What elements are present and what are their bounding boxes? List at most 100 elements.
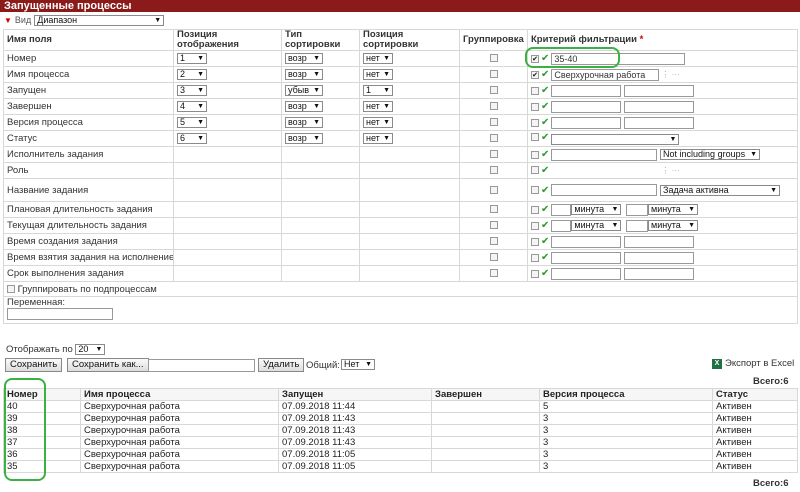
- to-input[interactable]: [624, 267, 695, 280]
- filter-input[interactable]: 35-40: [551, 52, 686, 65]
- duration-to-input[interactable]: [626, 203, 649, 216]
- unit-select[interactable]: минута ▼: [571, 220, 622, 232]
- grouping-checkbox[interactable]: [489, 237, 498, 246]
- filter-input[interactable]: [551, 148, 658, 161]
- grouping-checkbox[interactable]: [489, 253, 498, 262]
- group-by-subprocess-row[interactable]: Группировать по подпроцессам: [3, 281, 798, 297]
- results-col-header[interactable]: Версия процесса: [539, 388, 713, 401]
- grouping-checkbox[interactable]: [489, 102, 498, 111]
- grouping-checkbox[interactable]: [489, 185, 498, 194]
- table-row[interactable]: 36 Сверхурочная работа 07.09.2018 11:05 3 Ак…: [3, 448, 798, 461]
- select[interactable]: нет ▼: [363, 53, 393, 64]
- select[interactable]: возр ▼: [285, 53, 323, 64]
- table-row[interactable]: 35 Сверхурочная работа 07.09.2018 11:05 3 Ак…: [3, 460, 798, 473]
- from-input[interactable]: [551, 235, 622, 248]
- to-input[interactable]: [624, 84, 695, 97]
- select[interactable]: нет ▼: [363, 69, 393, 80]
- filter-checkbox[interactable]: [531, 186, 539, 194]
- results-col-header[interactable]: Завершен: [431, 388, 540, 401]
- filter-checkbox[interactable]: [531, 150, 539, 159]
- duration-to-input[interactable]: [626, 219, 649, 232]
- filter-checkbox[interactable]: [531, 86, 539, 95]
- grouping-checkbox[interactable]: [489, 70, 498, 79]
- filter-select[interactable]: Not including groups ▼: [660, 149, 761, 161]
- export-excel-link[interactable]: X Экспорт в Excel: [712, 358, 794, 369]
- select[interactable]: возр ▼: [285, 117, 323, 128]
- grouping-checkbox[interactable]: [489, 166, 498, 175]
- grouping-checkbox[interactable]: [489, 150, 498, 159]
- shared-select[interactable]: Нет ▼: [341, 359, 375, 370]
- filter-checkbox[interactable]: [531, 118, 539, 127]
- from-input[interactable]: [551, 100, 622, 113]
- select[interactable]: нет ▼: [363, 117, 393, 128]
- unit-select[interactable]: минута ▼: [571, 204, 622, 216]
- filter-checkbox[interactable]: [531, 237, 539, 246]
- from-input[interactable]: [551, 116, 622, 129]
- results-col-header[interactable]: Имя процесса: [80, 388, 279, 401]
- select[interactable]: возр ▼: [285, 133, 323, 144]
- unit-select[interactable]: минута ▼: [648, 204, 699, 216]
- status-select[interactable]: ▼: [551, 134, 680, 146]
- select[interactable]: нет ▼: [363, 101, 393, 112]
- table-row[interactable]: 40 Сверхурочная работа 07.09.2018 11:44 5 Ак…: [3, 400, 798, 413]
- to-input[interactable]: [624, 235, 695, 248]
- unit-select[interactable]: минута ▼: [648, 220, 699, 232]
- filter-checkbox[interactable]: ✔: [531, 70, 539, 79]
- save-button[interactable]: Сохранить: [5, 358, 63, 372]
- select[interactable]: 4 ▼: [177, 101, 207, 112]
- more-options-icon[interactable]: ⋮ ···: [661, 166, 679, 175]
- group-by-subprocess-label: Группировать по подпроцессам: [17, 283, 157, 295]
- from-input[interactable]: [551, 84, 622, 97]
- page-size-select[interactable]: 20 ▼: [75, 344, 106, 355]
- table-row[interactable]: 39 Сверхурочная работа 07.09.2018 11:43 3 Ак…: [3, 412, 798, 425]
- table-row[interactable]: 37 Сверхурочная работа 07.09.2018 11:43 3 Ак…: [3, 436, 798, 449]
- filter-checkbox[interactable]: ✔: [531, 54, 539, 63]
- filter-checkbox[interactable]: [531, 102, 539, 111]
- grouping-checkbox[interactable]: [489, 118, 498, 127]
- from-input[interactable]: [551, 267, 622, 280]
- filter-input[interactable]: [551, 184, 658, 196]
- results-col-header[interactable]: Статус: [712, 388, 798, 401]
- filter-checkbox[interactable]: [531, 133, 539, 142]
- grouping-checkbox[interactable]: [489, 221, 498, 230]
- delete-button[interactable]: Удалить: [258, 358, 305, 372]
- to-input[interactable]: [624, 251, 695, 264]
- select[interactable]: возр ▼: [285, 101, 323, 112]
- filter-select[interactable]: Задача активна ▼: [660, 184, 781, 196]
- save-as-button[interactable]: Сохранить как...: [67, 358, 149, 372]
- select[interactable]: нет ▼: [363, 133, 393, 144]
- duration-from-input[interactable]: [551, 219, 572, 232]
- select[interactable]: 3 ▼: [177, 85, 207, 96]
- more-options-icon[interactable]: ⋮ ···: [661, 70, 679, 79]
- grouping-checkbox[interactable]: [489, 205, 498, 214]
- to-input[interactable]: [624, 100, 695, 113]
- grouping-checkbox[interactable]: [489, 134, 498, 143]
- filter-checkbox[interactable]: [531, 221, 539, 230]
- filter-checkbox[interactable]: [531, 253, 539, 262]
- select[interactable]: 1 ▼: [363, 85, 393, 96]
- select[interactable]: 6 ▼: [177, 133, 207, 144]
- save-as-name-input[interactable]: [148, 359, 255, 372]
- select[interactable]: 5 ▼: [177, 117, 207, 128]
- view-select[interactable]: Диапазон ▼: [34, 14, 165, 26]
- filter-checkbox[interactable]: [531, 166, 539, 175]
- select[interactable]: убыв ▼: [285, 85, 323, 96]
- collapse-triangle-icon[interactable]: ▼: [4, 16, 12, 25]
- filter-input[interactable]: Сверхурочная работа: [551, 68, 660, 81]
- variable-input[interactable]: [7, 308, 113, 320]
- results-col-header[interactable]: Запущен: [278, 388, 432, 401]
- grouping-checkbox[interactable]: [489, 86, 498, 95]
- select[interactable]: 1 ▼: [177, 53, 207, 64]
- filter-checkbox[interactable]: [531, 205, 539, 214]
- select[interactable]: 2 ▼: [177, 69, 207, 80]
- from-input[interactable]: [551, 251, 622, 264]
- table-row[interactable]: 38 Сверхурочная работа 07.09.2018 11:43 3 Ак…: [3, 424, 798, 437]
- to-input[interactable]: [624, 116, 695, 129]
- grouping-checkbox[interactable]: [489, 54, 498, 63]
- grouping-checkbox[interactable]: [489, 269, 498, 278]
- filter-checkbox[interactable]: [531, 269, 539, 278]
- select[interactable]: возр ▼: [285, 69, 323, 80]
- results-col-header[interactable]: Номер: [3, 388, 81, 401]
- group-by-subprocess-checkbox[interactable]: [7, 284, 15, 293]
- duration-from-input[interactable]: [551, 203, 572, 216]
